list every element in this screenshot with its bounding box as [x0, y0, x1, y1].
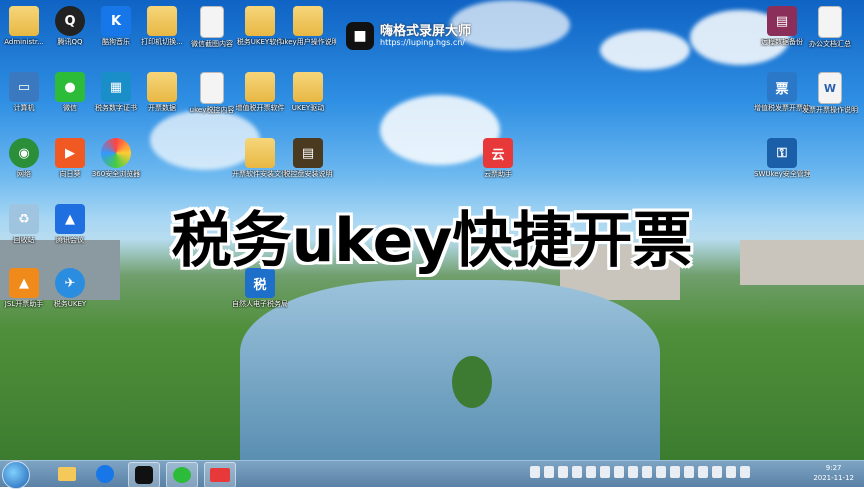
tray-icon[interactable]	[600, 466, 610, 478]
tray-icon[interactable]	[642, 466, 652, 478]
word-icon: W	[818, 72, 842, 104]
folder-icon	[293, 6, 323, 36]
tray-icon[interactable]	[586, 466, 596, 478]
tray-icon[interactable]	[726, 466, 736, 478]
tray-icon[interactable]	[698, 466, 708, 478]
certificate-icon: ▦	[101, 72, 131, 102]
desktop-icon-ukey-guide[interactable]: ukey用户操作说明	[280, 6, 336, 47]
taskbar-kugou[interactable]	[90, 462, 120, 486]
tray-icon[interactable]	[544, 466, 554, 478]
tray-icon[interactable]	[712, 466, 722, 478]
qq-icon: Q	[55, 6, 85, 36]
explorer-icon	[58, 467, 76, 481]
tray-icon[interactable]	[670, 466, 680, 478]
folder-icon	[245, 6, 275, 36]
tray-icon[interactable]	[656, 466, 666, 478]
desktop-icon-invoice-doc[interactable]: W 发票开票操作说明	[802, 72, 858, 115]
kugou-icon	[96, 465, 114, 483]
folder-icon	[245, 138, 275, 168]
taskbar: 9:27 2021-11-12	[0, 460, 864, 489]
yunpiao-icon: 云	[483, 138, 513, 168]
network-icon: ◉	[9, 138, 39, 168]
key-icon: ⚿	[767, 138, 797, 168]
desktop-icon-office-docs[interactable]: 办公文档汇总	[802, 6, 858, 49]
overlay-title: 税务ukey快捷开票	[171, 206, 693, 276]
cloud	[600, 30, 690, 70]
document-icon	[200, 72, 224, 104]
desktop-icon-swukey-tool[interactable]: ⚿SWUkey安全管理工具	[754, 138, 810, 179]
folder-icon	[293, 72, 323, 102]
system-tray[interactable]	[530, 466, 750, 478]
clock-date: 2021-11-12	[813, 474, 854, 482]
tray-icon[interactable]	[628, 466, 638, 478]
river	[240, 280, 660, 460]
tray-icon[interactable]	[572, 466, 582, 478]
taskbar-yunpiao[interactable]	[204, 462, 236, 488]
tray-icon[interactable]	[684, 466, 694, 478]
taskbar-wechat[interactable]	[166, 462, 198, 488]
recorder-icon	[135, 466, 153, 484]
invoice-app-icon: 票	[767, 72, 797, 102]
folder-icon	[147, 6, 177, 36]
desktop-icon-ukey-driver[interactable]: UKEY驱动	[280, 72, 336, 113]
desktop-icon-install-guide[interactable]: ▤ 税控盘安装说明	[280, 138, 336, 179]
tray-icon[interactable]	[558, 466, 568, 478]
archive-icon: ▤	[767, 6, 797, 36]
desktop-icon-yunpiao[interactable]: 云云票助手	[470, 138, 526, 179]
start-button[interactable]	[2, 461, 30, 489]
recorder-watermark: ■ 嗨格式录屏大师 https://luping.hgs.cn/	[346, 22, 471, 50]
taskbar-recorder[interactable]	[128, 462, 160, 488]
clock-time: 9:27	[825, 464, 842, 472]
sunlogin-icon: ▶	[55, 138, 85, 168]
computer-icon: ▭	[9, 72, 39, 102]
clock[interactable]: 9:27 2021-11-12	[813, 463, 854, 483]
watermark-name: 嗨格式录屏大师	[380, 24, 472, 39]
desktop-icon-invoice-data[interactable]: 开票数据	[134, 72, 190, 113]
folder-icon	[147, 72, 177, 102]
watermark-url: https://luping.hgs.cn/	[380, 38, 465, 47]
kugou-icon: K	[101, 6, 131, 36]
folder-icon	[9, 6, 39, 36]
folder-icon	[245, 72, 275, 102]
book-icon: ▤	[293, 138, 323, 168]
yunpiao-icon	[210, 468, 230, 482]
wechat-icon	[173, 467, 191, 483]
tray-icon[interactable]	[530, 466, 540, 478]
tray-icon[interactable]	[740, 466, 750, 478]
taskbar-explorer[interactable]	[52, 462, 82, 486]
tray-icon[interactable]	[614, 466, 624, 478]
document-icon	[200, 6, 224, 38]
browser-icon	[101, 138, 131, 168]
desktop-icon-printer-folder[interactable]: 打印机切换...	[134, 6, 190, 47]
desktop-icon-360-browser[interactable]: 360安全浏览器	[88, 138, 144, 179]
camera-icon: ■	[346, 22, 374, 50]
wechat-icon: ●	[55, 72, 85, 102]
island	[452, 356, 492, 408]
document-icon	[818, 6, 842, 38]
